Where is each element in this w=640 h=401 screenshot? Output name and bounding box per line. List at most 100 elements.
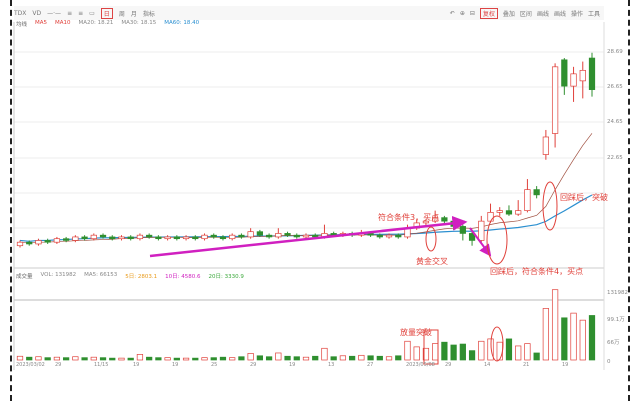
candle-body [533,189,540,196]
volume-bar [192,357,199,361]
candle-body [219,236,227,240]
date-label: 19 [562,362,569,368]
volume-bar [330,356,337,361]
volume-bar [238,356,245,361]
volume-bar [164,357,171,361]
candle-body [459,226,466,234]
date-label: 2023/03/02 [16,362,45,368]
date-label: 27 [367,362,374,368]
volume-bar [81,357,88,361]
candle-body [238,234,245,238]
date-label: 25 [211,362,218,368]
candle-body [302,234,310,238]
date-label: 21 [523,362,530,368]
price-axis-label: 24.65 [607,119,623,125]
volume-bar [275,352,282,361]
candle-body [570,73,577,87]
date-label: 19 [172,362,179,368]
candlestick-chart[interactable] [0,0,640,401]
candle-body [487,212,494,222]
volume-bar [127,357,134,361]
date-label: 29 [250,362,257,368]
candle-body [210,234,217,238]
candle-body [293,234,300,238]
volume-bar [136,354,144,361]
candle-body [229,234,236,240]
price-axis-label: 26.65 [607,84,623,90]
volume-bar [579,319,586,361]
date-label: 29 [445,362,452,368]
volume-bar [496,341,503,361]
volume-bar [16,355,24,361]
volume-bar [367,355,374,361]
volume-bar [321,347,328,361]
volume-bar [109,357,116,361]
volume-axis-label: 66万 [607,340,620,346]
volume-bar [588,315,596,361]
candle-body [275,233,282,238]
volume-bar [432,343,439,361]
candle-body [478,220,485,241]
volume-axis-label: 99.1万 [607,317,625,323]
volume-bar [155,357,162,361]
annotation-buy3: 符合条件3，买点 [378,213,440,222]
volume-bar [413,346,420,361]
volume-bar [256,355,263,361]
candle-body [118,236,125,240]
volume-bar [395,355,402,361]
volume-bar [293,356,300,361]
annotation-golden-cross: 黄金交叉 [416,257,448,266]
volume-bar [404,340,411,361]
candle-body [35,240,42,245]
candle-body [551,66,559,134]
date-label: 13 [328,362,335,368]
volume-bar [99,357,107,361]
volume-bar [229,357,236,361]
candle-body [376,234,383,238]
volume-bar [146,356,153,361]
volume-bar [339,355,347,361]
candle-body [99,234,107,238]
volume-bar [468,350,476,361]
date-label: 14 [484,362,491,368]
candle-body [164,236,171,240]
candle-body [256,231,263,236]
volume-bar [542,308,549,361]
date-label: 11/15 [94,362,109,368]
highlight-ellipse [425,226,437,252]
candle-body [155,236,162,240]
volume-bar [487,338,494,361]
candle-body [367,233,374,236]
date-label: 19 [289,362,296,368]
volume-bar [53,356,61,361]
volume-bar [441,341,448,361]
candle-body [72,236,79,241]
candle-body [284,233,291,236]
volume-bar [385,356,393,361]
candle-body [524,189,531,211]
candle-body [247,231,254,238]
volume-bar [210,357,217,361]
candle-body [192,236,199,240]
candle-body [542,136,549,155]
volume-bar [312,355,319,361]
candle-body [127,236,134,240]
price-axis-label: 22.65 [607,155,623,161]
annotation-volume-breakout: 放量突破 [400,328,432,337]
candle-body [201,234,208,240]
candle-body [136,234,144,240]
volume-bar [118,357,125,361]
volume-bar [219,356,227,361]
volume-bar [26,356,33,361]
volume-bar [173,357,180,361]
candle-body [81,236,88,240]
volume-bar [524,343,531,361]
volume-bar [182,357,190,361]
annotation-pullback-breakout: 回踩后，突破 [560,193,608,202]
volume-bar [63,357,70,361]
volume-bar [302,356,310,361]
highlight-ellipse [542,181,558,231]
volume-bar [349,355,356,361]
volume-bar [265,356,273,361]
volume-axis-label: 0 [607,359,611,365]
